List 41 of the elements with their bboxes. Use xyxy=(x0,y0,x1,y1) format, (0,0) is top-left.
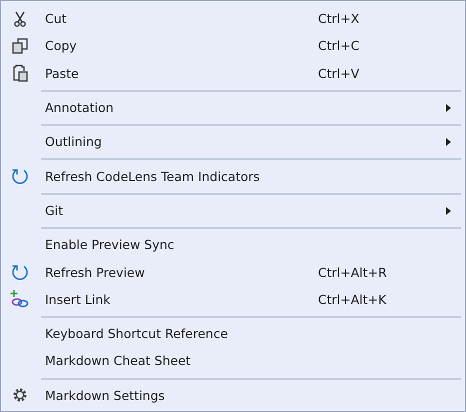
shortcut-label: Ctrl+V xyxy=(318,66,360,81)
item-label: Copy xyxy=(45,38,78,54)
item-label: Markdown Cheat Sheet xyxy=(45,353,192,368)
shortcut-label: Ctrl+Alt+K xyxy=(318,292,386,307)
item-label: Keyboard Shortcut Reference xyxy=(45,326,229,342)
settings-icon xyxy=(12,387,28,404)
submenu-arrow-icon xyxy=(446,104,451,112)
shortcut-label: Ctrl+X xyxy=(318,11,360,26)
item-label: Cut xyxy=(45,11,68,26)
menu-item[interactable]: Markdown Cheat Sheet xyxy=(1,347,465,375)
refresh-icon xyxy=(11,263,29,282)
submenu-arrow-icon xyxy=(446,138,451,146)
item-label: Git xyxy=(45,202,64,218)
menu-item[interactable]: Refresh Preview Ctrl+Alt+R xyxy=(1,258,465,286)
menu-item[interactable]: Refresh CodeLens Team Indicators xyxy=(1,162,465,190)
item-label: Paste xyxy=(45,66,80,81)
menu-item[interactable]: Git xyxy=(1,196,465,224)
menu-item[interactable]: Cut Ctrl+X xyxy=(1,5,465,32)
shortcut-label: Ctrl+Alt+R xyxy=(318,264,387,280)
item-label: Refresh CodeLens Team Indicators xyxy=(45,168,261,184)
item-label: Enable Preview Sync xyxy=(45,237,176,252)
copy-icon xyxy=(12,38,28,54)
shortcut-label: Ctrl+C xyxy=(318,38,360,54)
menu-item[interactable]: Enable Preview Sync xyxy=(1,231,465,258)
item-label: Markdown Settings xyxy=(45,388,166,403)
scissors-icon xyxy=(13,10,27,27)
menu-item[interactable]: Insert Link Ctrl+Alt+K xyxy=(1,286,465,313)
menu-item[interactable]: Copy Ctrl+C xyxy=(1,32,465,60)
menu-item[interactable]: Outlining xyxy=(1,128,465,156)
link-icon xyxy=(10,290,30,308)
item-label: Insert Link xyxy=(45,292,112,307)
item-label: Refresh Preview xyxy=(45,264,146,280)
menu-item[interactable]: Keyboard Shortcut Reference xyxy=(1,320,465,348)
menu-item[interactable]: Paste Ctrl+V xyxy=(1,60,465,87)
clipboard-icon xyxy=(12,64,28,82)
item-label: Annotation xyxy=(45,100,115,116)
submenu-arrow-icon xyxy=(446,206,451,215)
item-label: Outlining xyxy=(45,134,103,150)
refresh-icon xyxy=(11,167,29,186)
menu-item[interactable]: Markdown Settings xyxy=(1,382,465,409)
menu-item[interactable]: Annotation xyxy=(1,94,465,122)
